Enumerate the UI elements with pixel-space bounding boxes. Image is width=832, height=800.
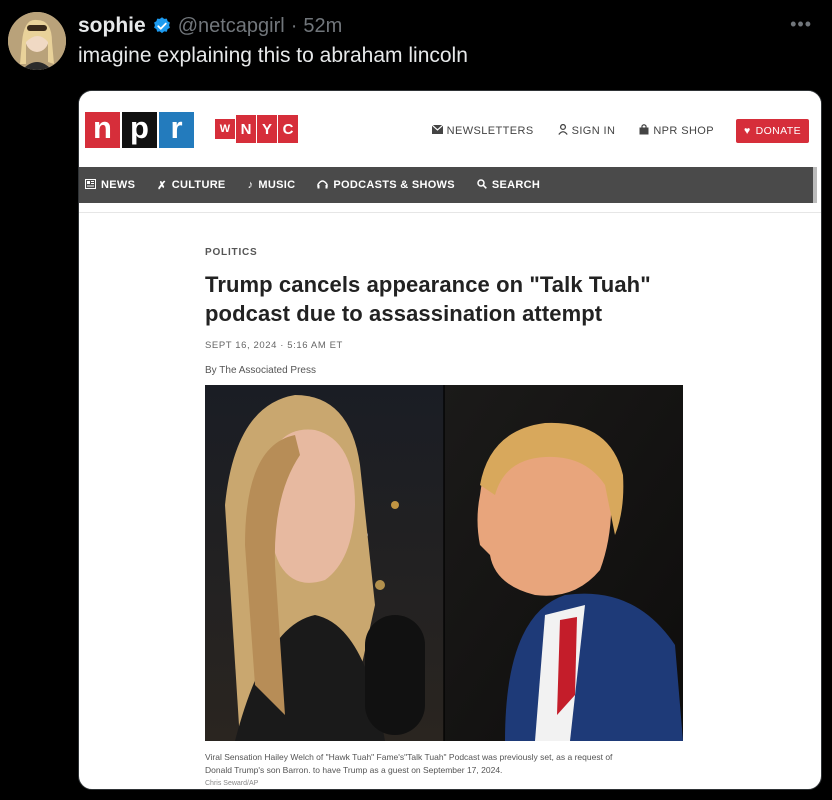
dancer-icon: ✗ [157, 179, 167, 192]
newspaper-icon [85, 178, 96, 192]
music-note-icon: ♪ [247, 179, 254, 191]
avatar[interactable] [8, 12, 66, 70]
wnyc-logo-letter-w: W [215, 119, 235, 139]
wnyc-logo-letter-n: N [236, 115, 256, 143]
article-dateline: SEPT 16, 2024 · 5:16 AM ET [205, 340, 343, 351]
display-name[interactable]: sophie [78, 14, 146, 38]
npr-logo-letter-p: p [122, 110, 157, 148]
user-icon [557, 123, 568, 138]
nav-search: SEARCH [477, 178, 541, 192]
article-photo [205, 385, 683, 741]
nav-culture-label: CULTURE [171, 179, 226, 191]
more-icon[interactable]: ••• [790, 14, 812, 35]
headline-line-1: Trump cancels appearance on "Talk Tuah" [205, 272, 651, 297]
mail-icon [431, 124, 444, 137]
heart-icon: ♥ [743, 125, 751, 137]
nav-music: ♪ MUSIC [248, 179, 296, 191]
separator: · [290, 14, 298, 37]
npr-shop-link: NPR SHOP [639, 124, 714, 138]
timestamp[interactable]: 52m [303, 15, 342, 38]
divider [79, 212, 821, 213]
donate-label: DONATE [755, 125, 801, 137]
tweet-image[interactable]: n p r W N Y C NEWSLETTERS SIGN IN NPR SH… [78, 90, 822, 790]
npr-shop-label: NPR SHOP [653, 125, 714, 137]
nav-news: NEWS [85, 178, 136, 192]
article-headline: Trump cancels appearance on "Talk Tuah" … [205, 270, 685, 328]
newsletters-label: NEWSLETTERS [446, 125, 534, 137]
tweet-text: imagine explaining this to abraham linco… [78, 44, 468, 67]
page-scrollbar [813, 167, 817, 203]
wnyc-logo-letter-c: C [278, 115, 298, 143]
nav-search-label: SEARCH [491, 179, 541, 191]
photo-caption: Viral Sensation Hailey Welch of "Hawk Tu… [205, 751, 685, 789]
handle[interactable]: @netcapgirl [178, 15, 285, 38]
npr-logo: n p r [85, 110, 194, 148]
photo-credit: Chris Seward/AP [205, 780, 259, 787]
nav-music-label: MUSIC [258, 179, 296, 191]
caption-line-2: Donald Trump's son Barron. to have Trump… [205, 765, 503, 775]
article-byline: By The Associated Press [205, 365, 316, 376]
site-header: n p r W N Y C NEWSLETTERS SIGN IN NPR SH… [79, 91, 821, 167]
bag-icon [639, 124, 649, 138]
wnyc-logo-letter-y: Y [257, 115, 277, 143]
nav-culture: ✗ CULTURE [157, 179, 225, 192]
npr-logo-letter-n: n [85, 110, 120, 148]
sign-in-label: SIGN IN [571, 125, 616, 137]
article-kicker: POLITICS [205, 247, 258, 258]
tweet-header: sophie @netcapgirl · 52m ••• [78, 12, 812, 40]
caption-line-1: Viral Sensation Hailey Welch of "Hawk Tu… [205, 752, 613, 762]
donate-button: ♥ DONATE [735, 119, 809, 143]
sign-in-link: SIGN IN [557, 123, 616, 138]
nav-podcasts: PODCASTS & SHOWS [317, 179, 455, 192]
search-icon [477, 178, 487, 192]
newsletters-link: NEWSLETTERS [431, 124, 534, 137]
nav-podcasts-label: PODCASTS & SHOWS [333, 179, 455, 191]
site-nav: NEWS ✗ CULTURE ♪ MUSIC PODCASTS & SHOWS … [79, 167, 821, 203]
npr-logo-letter-r: r [159, 110, 194, 148]
nav-news-label: NEWS [101, 179, 136, 191]
utility-links: NEWSLETTERS SIGN IN NPR SHOP ♥ DONATE [431, 119, 809, 143]
article-header: POLITICS Trump cancels appearance on "Ta… [205, 247, 685, 376]
headline-line-2: podcast due to assassination attempt [205, 301, 603, 326]
headphones-icon [317, 179, 329, 192]
verified-badge-icon [152, 16, 172, 36]
wnyc-logo: W N Y C [215, 115, 298, 143]
